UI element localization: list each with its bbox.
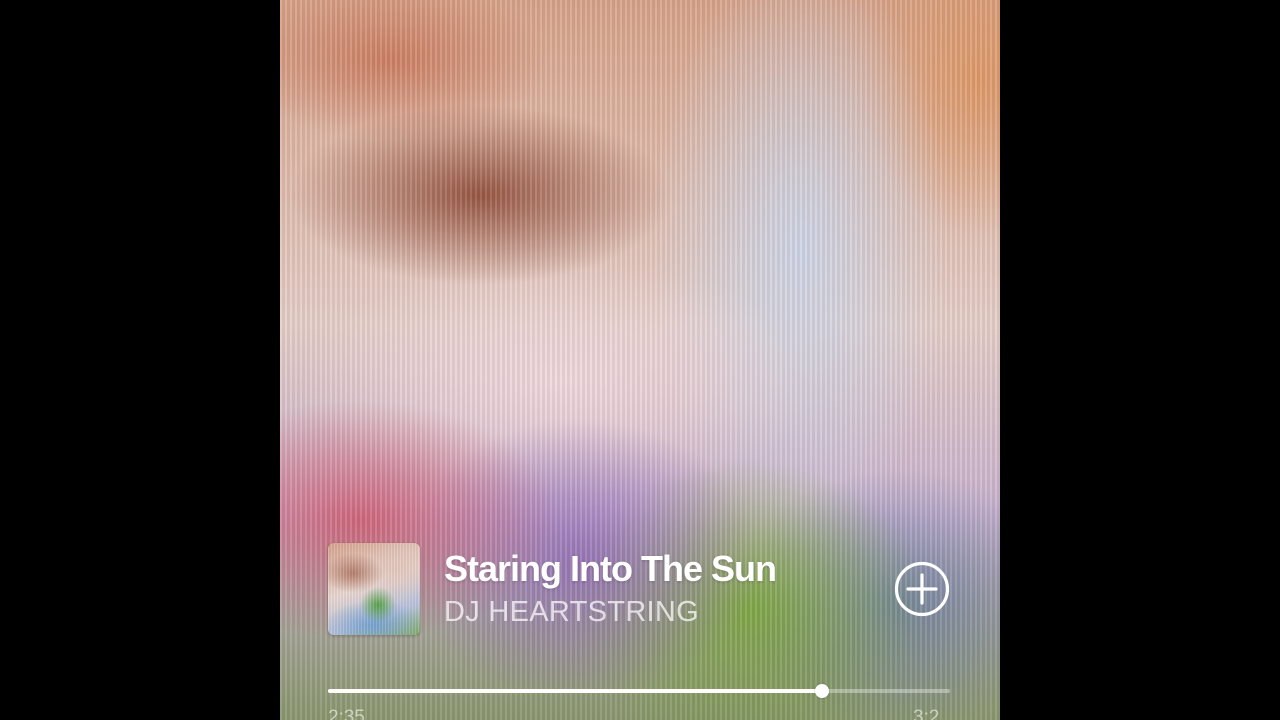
- playback-progress-slider[interactable]: [328, 684, 950, 698]
- track-info-row: Staring Into The Sun DJ HEARTSTRING: [328, 543, 950, 636]
- elapsed-time: 2:35: [328, 707, 365, 720]
- track-artist[interactable]: DJ HEARTSTRING: [444, 596, 699, 629]
- track-title[interactable]: Staring Into The Sun: [444, 548, 777, 590]
- total-time: 3:2_: [913, 707, 950, 720]
- progress-knob[interactable]: [815, 684, 830, 698]
- add-to-library-button[interactable]: [894, 561, 950, 617]
- plus-circle-icon: [894, 561, 950, 617]
- now-playing-screen: Staring Into The Sun DJ HEARTSTRING 2:35…: [280, 0, 1000, 720]
- letterbox-background: Staring Into The Sun DJ HEARTSTRING 2:35…: [0, 0, 1280, 720]
- progress-fill: [328, 689, 823, 693]
- album-thumbnail[interactable]: [328, 543, 420, 635]
